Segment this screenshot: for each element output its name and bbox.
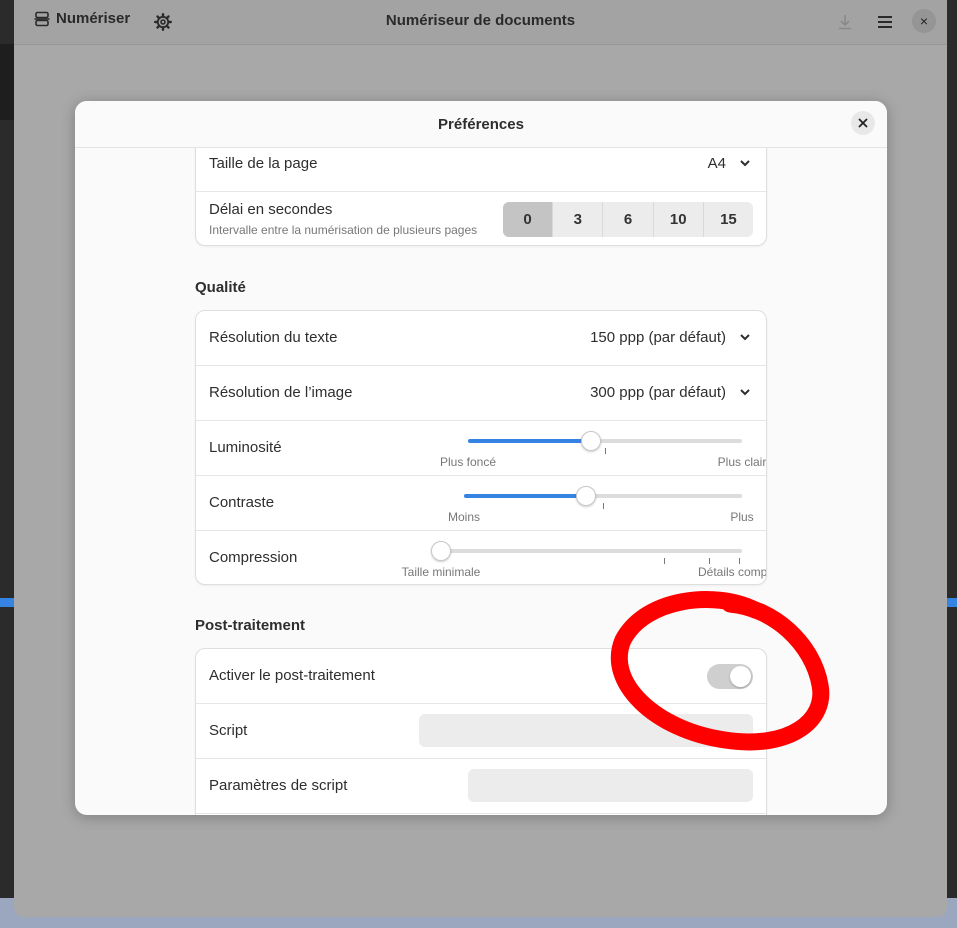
header-bar: Numériser Numériseur de documents × [14,0,947,45]
contrast-label: Contraste [209,494,275,511]
download-icon [839,15,851,30]
compression-min-label: Taille minimale [401,565,481,579]
page-size-label: Taille de la page [209,155,318,172]
page-size-value: A4 [707,155,726,172]
chevron-down-icon [740,160,750,167]
postprocessing-section-title: Post-traitement [195,617,306,634]
dialog-close-button[interactable] [851,111,875,135]
main-menu-button[interactable] [874,11,896,33]
background-window-fragment [0,44,14,120]
slider-handle[interactable] [431,541,451,561]
script-label: Script [209,722,248,739]
contrast-min-label: Moins [447,510,481,524]
slider-tick [663,558,665,564]
chevron-down-icon [740,334,750,341]
dialog-title: Préférences [438,116,524,133]
delay-option[interactable]: 6 [603,202,654,237]
enable-postprocessing-label: Activer le post-traitement [209,667,375,684]
delay-option[interactable]: 0 [503,202,554,237]
hamburger-menu-icon [878,16,892,28]
delay-option[interactable]: 15 [704,202,753,237]
text-resolution-row[interactable]: Résolution du texte 150 ppp (par défaut) [196,311,766,366]
slider-tick [603,503,604,509]
close-icon: × [919,13,929,29]
slider-tick [708,558,710,564]
quality-card: Résolution du texte 150 ppp (par défaut)… [195,310,767,585]
slider-fill [464,494,587,498]
download-button[interactable] [834,11,856,33]
image-resolution-label: Résolution de l’image [209,384,353,401]
delay-subtitle: Intervalle entre la numérisation de plus… [209,223,478,237]
compression-max-label: Détails complets [697,565,767,579]
image-resolution-row[interactable]: Résolution de l’image 300 ppp (par défau… [196,366,766,421]
compression-slider[interactable]: Taille minimale Détails complets [402,531,766,584]
delay-label: Délai en secondes [209,201,333,218]
image-resolution-value: 300 ppp (par défaut) [590,384,726,401]
slider-tick [605,448,606,454]
delay-selector[interactable]: 0 3 6 10 15 [503,202,753,237]
slider-handle[interactable] [576,486,597,506]
delay-option[interactable]: 10 [654,202,704,237]
slider-handle[interactable] [581,431,602,451]
red-circle-annotation [610,591,830,751]
compression-label: Compression [209,549,298,566]
quality-section-title: Qualité [195,279,246,296]
text-resolution-label: Résolution du texte [209,329,338,346]
brightness-label: Luminosité [209,439,282,456]
script-params-label: Paramètres de script [209,777,348,794]
brightness-min-label: Plus foncé [439,455,497,469]
script-params-row: Paramètres de script [196,759,766,814]
contrast-max-label: Plus [730,510,754,524]
contrast-slider[interactable]: Moins Plus [448,476,754,531]
chevron-down-icon [740,389,750,396]
next-row [196,814,766,815]
slider-tick [738,558,740,564]
contrast-row: Contraste Moins Plus [196,476,766,531]
slider-fill [468,439,592,443]
window-close-button[interactable]: × [912,9,936,33]
brightness-slider[interactable]: Plus foncé Plus clair [440,421,766,476]
delay-option[interactable]: 3 [553,202,604,237]
scanning-card: Taille de la page A4 Délai en secondes I… [195,147,767,246]
close-icon [858,118,868,128]
delay-row: Délai en secondes Intervalle entre la nu… [196,192,766,245]
compression-row: Compression Taille minimale Détails comp… [196,531,766,584]
script-params-input[interactable] [468,769,753,802]
brightness-max-label: Plus clair [717,455,767,469]
brightness-row: Luminosité Plus foncé Plus clair [196,421,766,476]
text-resolution-value: 150 ppp (par défaut) [590,329,726,346]
dialog-header: Préférences [75,101,887,148]
window-title: Numériseur de documents [385,12,576,29]
page-size-row[interactable]: Taille de la page A4 [196,147,766,192]
